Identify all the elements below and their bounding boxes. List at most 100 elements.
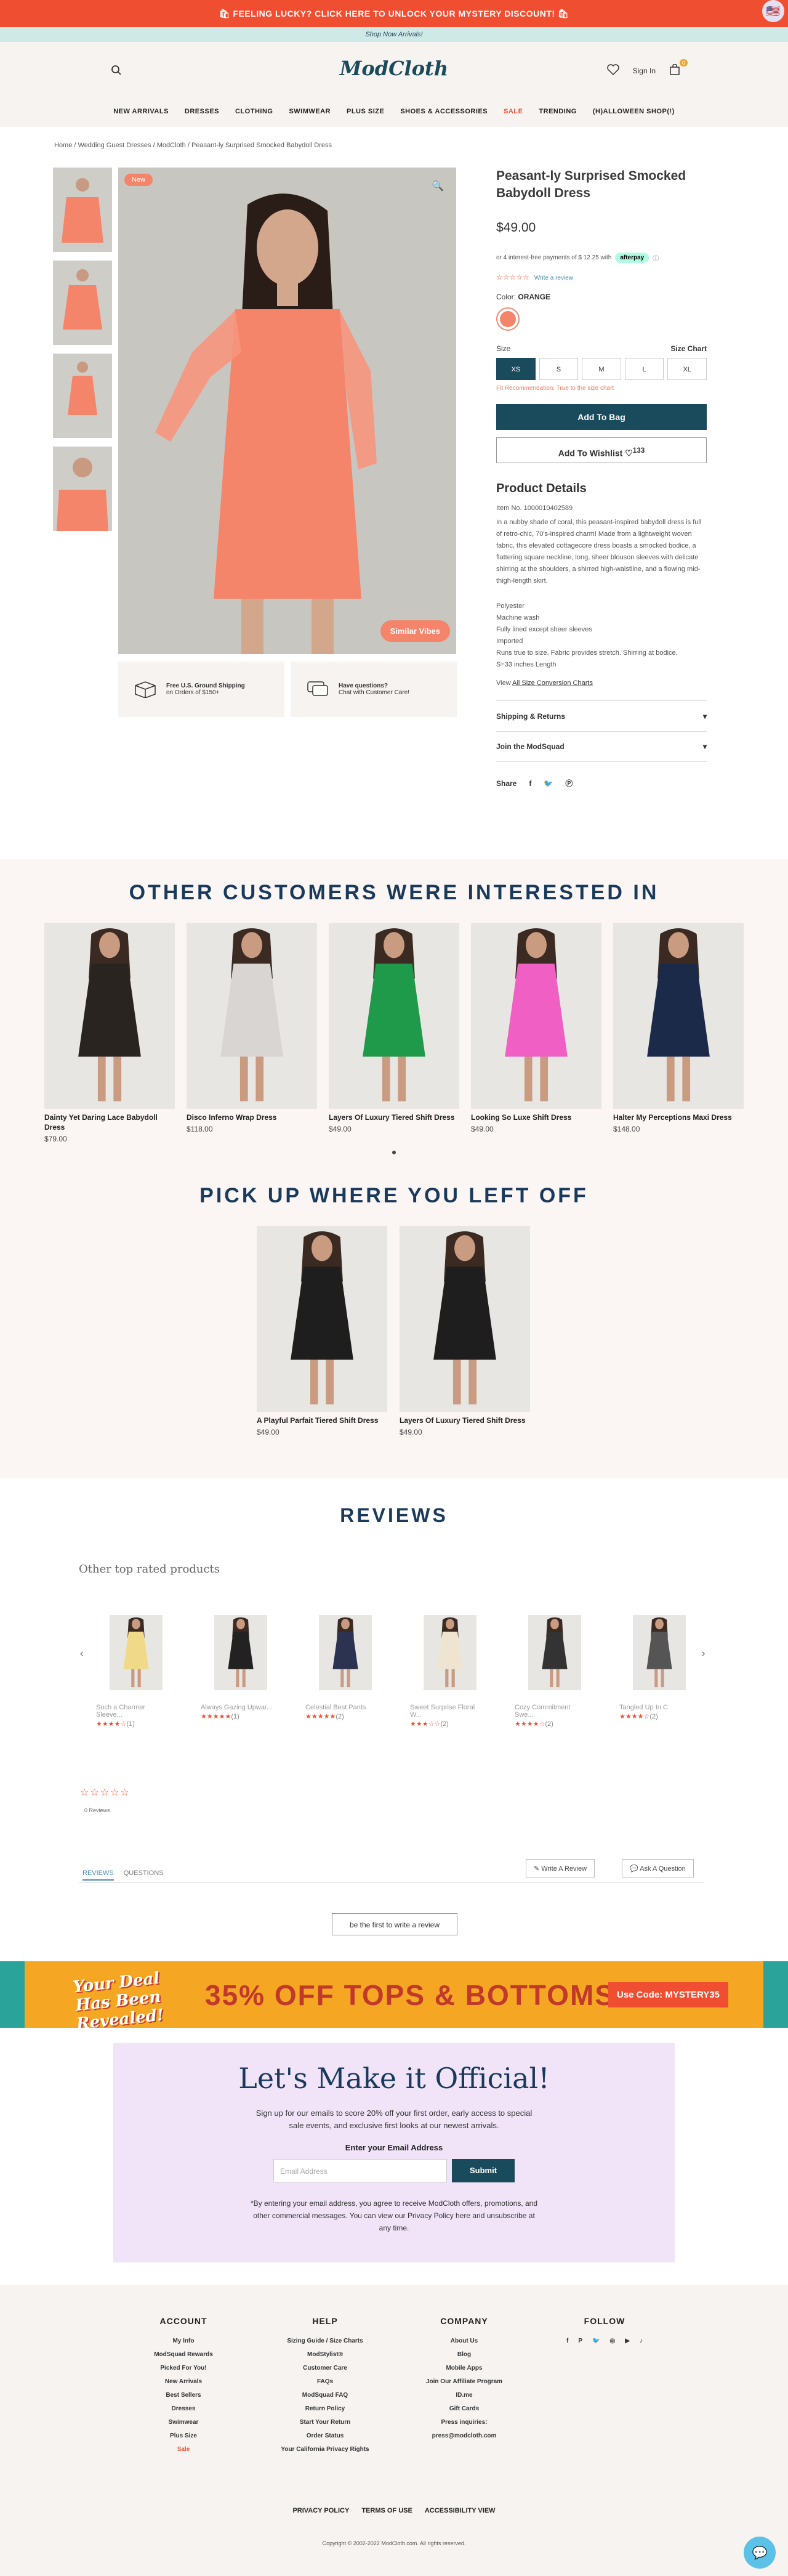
tiktok-icon[interactable]: ♪	[640, 2335, 643, 2348]
size-conversion-link[interactable]: All Size Conversion Charts	[512, 679, 593, 687]
product-card-image[interactable]	[187, 923, 317, 1109]
chat-widget-icon[interactable]: 💬	[744, 2537, 776, 2569]
similar-vibes-button[interactable]: Similar Vibes	[380, 620, 450, 642]
size-chart-link[interactable]: Size Chart	[670, 344, 707, 353]
footer-link[interactable]: My Info	[134, 2335, 233, 2348]
footer-link[interactable]: Swimwear	[134, 2416, 233, 2429]
banner-code-button[interactable]: Use Code: MYSTERY35	[608, 1982, 728, 2007]
product-card-name[interactable]: Halter My Perceptions Maxi Dress	[613, 1112, 744, 1122]
top-rated-image[interactable]	[424, 1615, 476, 1690]
chat-perk[interactable]: Have questions? Chat with Customer Care!	[291, 662, 457, 717]
chevron-right-icon[interactable]: ›	[702, 1648, 705, 1659]
top-rated-product[interactable]: Celestial Best Pants ★★★★★(2)	[305, 1615, 379, 1720]
top-rated-image[interactable]	[528, 1615, 581, 1690]
email-input[interactable]: Email Address	[273, 2159, 447, 2182]
footer-link[interactable]: Start Your Return	[276, 2416, 374, 2429]
shipping-returns-accordion[interactable]: Shipping & Returns ▾	[496, 700, 707, 731]
nav-plus-size[interactable]: PLUS SIZE	[347, 108, 384, 115]
top-rated-name[interactable]: Such a Charmer Sleeve...	[96, 1704, 170, 1719]
fit-recommendation[interactable]: Fit Recommendation: True to the size cha…	[496, 385, 707, 392]
footer-link[interactable]: Order Status	[276, 2429, 374, 2443]
footer-link[interactable]: Best Sellers	[134, 2389, 233, 2402]
zoom-icon[interactable]: 🔍	[432, 180, 444, 192]
product-card-image[interactable]	[400, 1226, 530, 1412]
product-card-image[interactable]	[613, 923, 744, 1109]
add-to-bag-button[interactable]: Add To Bag	[496, 404, 707, 430]
top-rated-name[interactable]: Tangled Up In C	[619, 1704, 693, 1711]
product-card-name[interactable]: Dainty Yet Daring Lace Babydoll Dress	[44, 1112, 175, 1132]
promo-bar[interactable]: 🛍 FEELING LUCKY? CLICK HERE TO UNLOCK YO…	[0, 0, 788, 27]
product-card-image[interactable]	[44, 923, 175, 1109]
nav-trending[interactable]: TRENDING	[539, 108, 576, 115]
product-card-name[interactable]: A Playful Parfait Tiered Shift Dress	[257, 1416, 387, 1425]
footer-link[interactable]: Sizing Guide / Size Charts	[276, 2335, 374, 2348]
sign-in-link[interactable]: Sign In	[633, 67, 656, 75]
top-rated-image[interactable]	[214, 1615, 267, 1690]
footer-link[interactable]: Press inquiries: press@modcloth.com	[415, 2416, 513, 2443]
footer-link[interactable]: Mobile Apps	[415, 2362, 513, 2375]
chevron-left-icon[interactable]: ‹	[80, 1648, 83, 1659]
footer-link[interactable]: Plus Size	[134, 2429, 233, 2443]
first-review-button[interactable]: be the first to write a review	[332, 1913, 457, 1935]
footer-link[interactable]: New Arrivals	[134, 2375, 233, 2389]
size-option-xs[interactable]: XS	[496, 358, 536, 380]
nav-new-arrivals[interactable]: NEW ARRIVALS	[113, 108, 169, 115]
nav-halloween-shop[interactable]: (H)ALLOWEEN SHOP(!)	[593, 108, 675, 115]
footer-link[interactable]: About Us	[415, 2335, 513, 2348]
promo-banner[interactable]: Your Deal Has Been Revealed! 35% OFF TOP…	[0, 1961, 788, 2028]
write-review-link[interactable]: Write a review	[534, 275, 573, 281]
facebook-icon[interactable]: f	[529, 779, 531, 788]
color-swatch-orange[interactable]	[496, 307, 520, 331]
promo-text[interactable]: 🛍 FEELING LUCKY? CLICK HERE TO UNLOCK YO…	[219, 9, 569, 18]
footer-link[interactable]: Sale	[134, 2443, 233, 2457]
add-to-wishlist-button[interactable]: Add To Wishlist ♡133	[496, 437, 707, 463]
top-rated-name[interactable]: Cozy Commitment Swe...	[515, 1704, 589, 1719]
footer-link[interactable]: Customer Care	[276, 2362, 374, 2375]
footer-link[interactable]: Join Our Affiliate Program	[415, 2375, 513, 2389]
product-card-image[interactable]	[257, 1226, 387, 1412]
size-option-l[interactable]: L	[624, 358, 664, 380]
size-option-xl[interactable]: XL	[667, 358, 707, 380]
product-card-name[interactable]: Layers Of Luxury Tiered Shift Dress	[329, 1112, 459, 1122]
country-flag-icon[interactable]: 🇺🇸	[762, 0, 784, 22]
top-rated-name[interactable]: Always Gazing Upwar...	[201, 1704, 275, 1711]
breadcrumb[interactable]: Home / Wedding Guest Dresses / ModCloth …	[54, 142, 332, 149]
top-rated-product[interactable]: Tangled Up In C ★★★★☆(2)	[619, 1615, 693, 1720]
footer-link[interactable]: ModSquad FAQ	[276, 2389, 374, 2402]
pinterest-icon[interactable]: P	[578, 2335, 582, 2348]
accessibility-link[interactable]: ACCESSIBILITY VIEW	[425, 2507, 496, 2514]
tab-questions[interactable]: QUESTIONS	[124, 1869, 164, 1881]
pinterest-icon[interactable]: Ⓟ	[565, 778, 573, 788]
product-card-image[interactable]	[471, 923, 601, 1109]
footer-link[interactable]: Blog	[415, 2348, 513, 2362]
youtube-icon[interactable]: ▶	[625, 2335, 630, 2348]
facebook-icon[interactable]: f	[566, 2335, 568, 2348]
top-rated-image[interactable]	[633, 1615, 686, 1690]
footer-link[interactable]: FAQs	[276, 2375, 374, 2389]
product-card-name[interactable]: Layers Of Luxury Tiered Shift Dress	[400, 1416, 530, 1425]
product-thumbnail[interactable]	[53, 168, 112, 252]
product-card[interactable]: Dainty Yet Daring Lace Babydoll Dress $79…	[44, 923, 175, 1143]
product-thumbnail[interactable]	[53, 354, 112, 438]
footer-link[interactable]: Picked For You!	[134, 2362, 233, 2375]
nav-dresses[interactable]: DRESSES	[185, 108, 219, 115]
product-card[interactable]: Layers Of Luxury Tiered Shift Dress $49.0…	[329, 923, 459, 1133]
tab-reviews[interactable]: REVIEWS	[82, 1869, 114, 1881]
top-rated-product[interactable]: Sweet Surprise Floral W... ★★★☆☆(2)	[410, 1615, 484, 1728]
privacy-policy-link[interactable]: PRIVACY POLICY	[292, 2507, 349, 2514]
top-rated-name[interactable]: Sweet Surprise Floral W...	[410, 1704, 484, 1719]
nav-sale[interactable]: SALE	[504, 108, 523, 115]
footer-link[interactable]: ModStylist®	[276, 2348, 374, 2362]
carousel-dot[interactable]	[392, 1151, 396, 1154]
footer-link[interactable]: Your California Privacy Rights	[276, 2443, 374, 2457]
nav-swimwear[interactable]: SWIMWEAR	[289, 108, 331, 115]
submit-button[interactable]: Submit	[452, 2159, 515, 2182]
product-card-name[interactable]: Disco Inferno Wrap Dress	[187, 1112, 317, 1122]
top-rated-product[interactable]: Always Gazing Upwar... ★★★★★(1)	[201, 1615, 275, 1720]
top-rated-name[interactable]: Celestial Best Pants	[305, 1704, 379, 1711]
afterpay-logo[interactable]: afterpay	[615, 253, 649, 263]
cart-button[interactable]: 0	[669, 59, 688, 77]
top-rated-image[interactable]	[319, 1615, 372, 1690]
footer-link[interactable]: Dresses	[134, 2402, 233, 2416]
twitter-icon[interactable]: 🐦	[544, 779, 553, 788]
